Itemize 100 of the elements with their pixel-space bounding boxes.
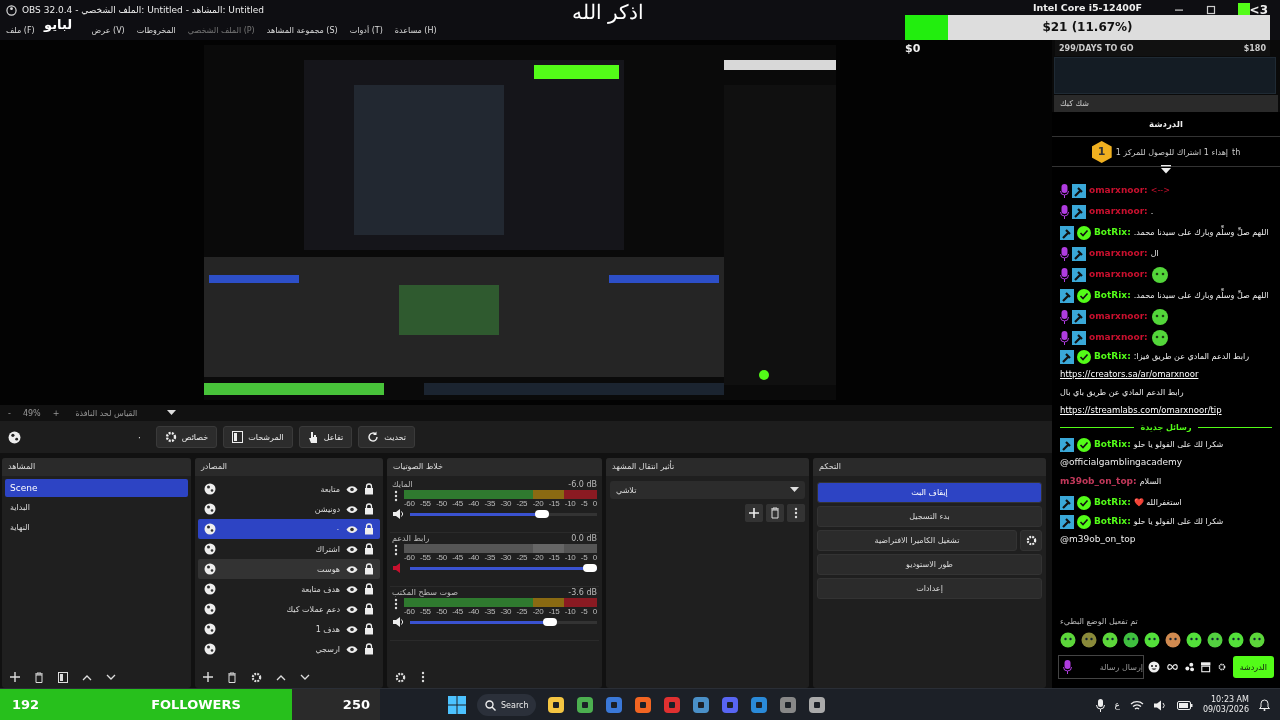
emote-icon[interactable] [1102, 632, 1118, 648]
control-button[interactable]: بدء التسجيل [817, 506, 1042, 527]
settings-icon[interactable] [395, 671, 406, 683]
more-icon[interactable] [392, 598, 400, 610]
emote-icon[interactable] [1249, 632, 1265, 648]
browser-icon[interactable] [576, 696, 595, 714]
menu-item[interactable]: عرض (V) [91, 25, 125, 35]
lock-icon[interactable] [364, 563, 374, 575]
source-item[interactable]: هوست [198, 559, 380, 579]
username[interactable]: omarxnoor: [1089, 183, 1148, 198]
search-field[interactable]: Search [477, 694, 537, 716]
source-item[interactable]: دونيشن [198, 499, 380, 519]
username[interactable]: m39ob_on_top: [1060, 474, 1137, 489]
store-icon[interactable] [1201, 661, 1211, 673]
app-icon[interactable] [808, 696, 827, 714]
volume-slider[interactable] [410, 564, 597, 572]
filter-icon[interactable] [58, 671, 68, 683]
eye-icon[interactable] [346, 564, 358, 574]
app-icon[interactable] [605, 696, 624, 714]
lock-icon[interactable] [364, 503, 374, 515]
source-item[interactable]: هدف متابعة [198, 579, 380, 599]
zoom-in-button[interactable]: + [52, 408, 60, 418]
app-icon[interactable] [692, 696, 711, 714]
dots-icon[interactable] [1185, 661, 1195, 673]
username[interactable]: BotRix: [1094, 288, 1131, 303]
wifi-icon[interactable] [1129, 699, 1144, 711]
menu-item[interactable]: ملف (F) [6, 25, 35, 35]
trash-icon[interactable] [227, 671, 237, 683]
settings-button[interactable] [1020, 530, 1042, 551]
emote-icon[interactable] [1144, 632, 1160, 648]
control-button[interactable]: تشغيل الكاميرا الافتراضية [817, 530, 1017, 551]
scale-dropdown[interactable]: القياس لحد النافذة [71, 408, 181, 418]
toolbar-button[interactable]: تحديث [358, 426, 415, 448]
language-indicator[interactable]: ع [1114, 700, 1120, 710]
scene-item[interactable]: البداية [5, 499, 188, 517]
username[interactable]: omarxnoor: [1089, 309, 1148, 324]
toolbar-button[interactable]: تفاعل [298, 426, 353, 448]
chat-icon[interactable] [721, 696, 740, 714]
speaker-icon[interactable] [393, 509, 404, 519]
lock-icon[interactable] [364, 623, 374, 635]
eye-icon[interactable] [346, 624, 358, 634]
clock-time[interactable]: 10:23 AM [1211, 695, 1249, 705]
lock-icon[interactable] [364, 543, 374, 555]
folder-icon[interactable] [547, 696, 566, 714]
control-button[interactable]: طور الاستوديو [817, 554, 1042, 575]
lock-icon[interactable] [364, 483, 374, 495]
settings-icon[interactable] [1217, 662, 1226, 672]
battery-icon[interactable] [1176, 700, 1193, 710]
link[interactable]: https://streamlabs.com/omarxnoor/tip [1060, 403, 1222, 418]
zoom-out-button[interactable]: - [8, 408, 11, 418]
control-button[interactable]: إيقاف البث [817, 482, 1042, 503]
source-item[interactable]: هدف 1 [198, 619, 380, 639]
link[interactable]: https://creators.sa/ar/omarxnoor [1060, 367, 1199, 382]
emote-icon[interactable] [1060, 632, 1076, 648]
eye-icon[interactable] [346, 484, 358, 494]
eye-icon[interactable] [346, 584, 358, 594]
username[interactable]: omarxnoor: [1089, 204, 1148, 219]
settings-icon[interactable] [251, 671, 262, 683]
emote-icon[interactable] [1228, 632, 1244, 648]
add-icon[interactable] [203, 672, 213, 682]
emoji-icon[interactable] [1148, 661, 1160, 673]
control-button[interactable]: إعدادات [817, 578, 1042, 599]
menu-item[interactable]: أدوات (T) [349, 25, 383, 35]
menu-item[interactable]: مجموعة المشاهد (S) [266, 25, 338, 35]
speaker-icon[interactable] [393, 617, 404, 627]
username[interactable]: BotRix: [1094, 514, 1131, 529]
up-icon[interactable] [82, 673, 92, 681]
up-icon[interactable] [276, 673, 286, 681]
source-item[interactable]: متابعة [198, 479, 380, 499]
emote-icon[interactable] [1207, 632, 1223, 648]
eye-icon[interactable] [346, 604, 358, 614]
clock-date[interactable]: 09/03/2026 [1202, 705, 1249, 715]
scene-item[interactable]: Scene [5, 479, 188, 497]
eye-icon[interactable] [346, 644, 358, 654]
message-field[interactable]: إرسال رسالة [1058, 655, 1144, 679]
lock-icon[interactable] [364, 523, 374, 535]
add-icon[interactable] [10, 672, 20, 682]
source-item[interactable]: دعم عملات كيك [198, 599, 380, 619]
down-icon[interactable] [300, 673, 310, 681]
source-item[interactable]: ٠ [198, 519, 380, 539]
more-icon[interactable] [392, 490, 400, 502]
mic-icon[interactable] [1095, 698, 1105, 712]
emote-icon[interactable] [1165, 632, 1181, 648]
username[interactable]: omarxnoor: [1089, 330, 1148, 345]
lock-icon[interactable] [364, 583, 374, 595]
emote-icon[interactable] [1081, 632, 1097, 648]
collapse-icon[interactable] [1161, 165, 1171, 174]
panel-tab[interactable]: شك كبك [1054, 95, 1278, 112]
eye-icon[interactable] [346, 504, 358, 514]
speaker-icon[interactable] [1153, 699, 1167, 711]
eye-icon[interactable] [346, 544, 358, 554]
maximize-icon[interactable] [1205, 5, 1216, 15]
toolbar-button[interactable]: خصائص [155, 426, 218, 448]
emote-icon[interactable] [1123, 632, 1139, 648]
toolbar-button[interactable]: المرشحات [223, 426, 293, 448]
down-icon[interactable] [106, 673, 116, 681]
username[interactable]: BotRix: [1094, 437, 1131, 452]
menu-item[interactable]: المخروطات [136, 25, 176, 35]
lock-icon[interactable] [364, 603, 374, 615]
emote-icon[interactable] [1186, 632, 1202, 648]
